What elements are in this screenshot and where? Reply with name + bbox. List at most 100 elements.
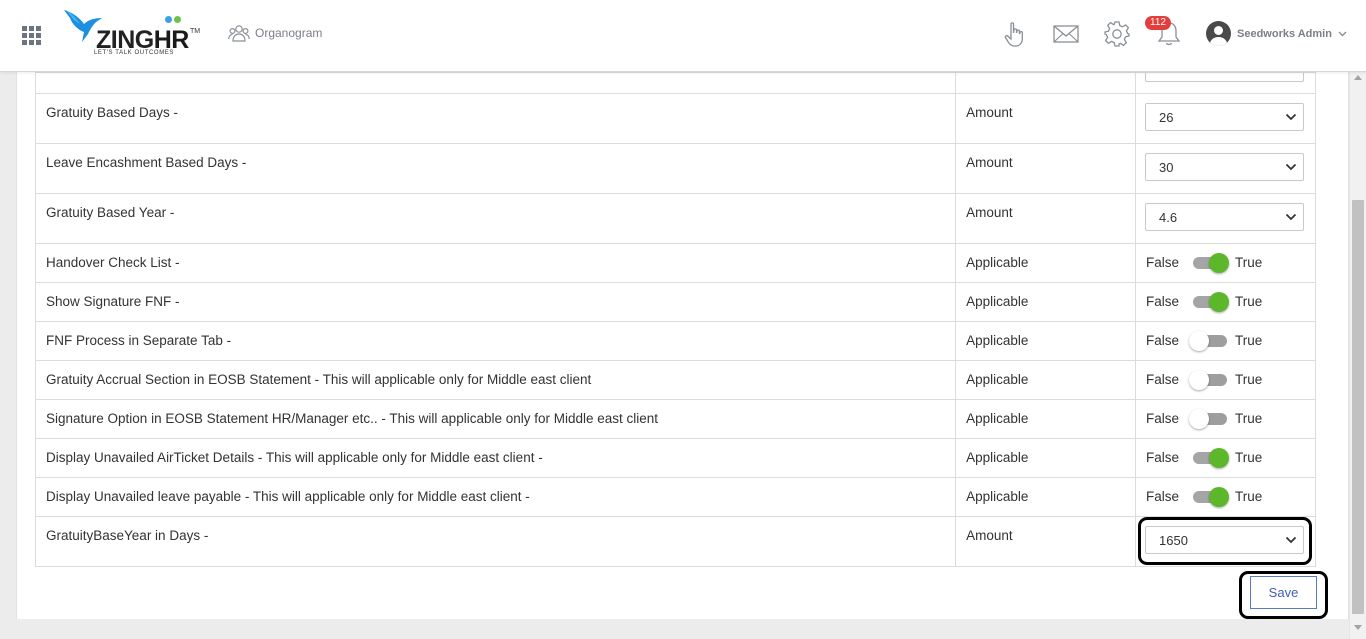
setting-type: Applicable — [955, 438, 1136, 478]
value-select[interactable]: 1650 — [1145, 526, 1304, 554]
mail-icon[interactable] — [1052, 20, 1080, 48]
toggle-switch[interactable] — [1193, 252, 1230, 273]
chevron-down-icon — [1285, 213, 1297, 221]
toggle-true-label: True — [1235, 489, 1263, 504]
toggle-knob — [1209, 252, 1230, 273]
setting-value-cell: False True — [1135, 399, 1316, 439]
toggle-switch[interactable] — [1193, 447, 1230, 468]
toggle-false-label: False — [1146, 255, 1180, 270]
gear-icon[interactable] — [1103, 20, 1131, 48]
vertical-scrollbar[interactable] — [1349, 72, 1366, 639]
chevron-down-icon — [1338, 31, 1347, 36]
toggle-false-label: False — [1146, 333, 1180, 348]
setting-label: Show Signature FNF - — [34, 282, 957, 322]
toggle-knob — [1209, 486, 1230, 507]
setting-value-cell: False True — [1135, 282, 1316, 322]
toggle-switch[interactable] — [1189, 330, 1228, 351]
setting-type: Applicable — [955, 477, 1136, 517]
toggle-false-label: False — [1146, 294, 1180, 309]
table-row: Gratuity Accrual Section in EOSB Stateme… — [34, 360, 1316, 400]
toggle-true-label: True — [1235, 333, 1263, 348]
setting-value-cell: 30 — [1135, 143, 1316, 194]
setting-value-cell: False True — [1135, 321, 1316, 361]
scroll-up-arrow-icon[interactable] — [1354, 75, 1362, 80]
setting-value-cell: 4.6 — [1135, 193, 1316, 244]
toggle-group: False True — [1146, 486, 1305, 507]
toggle-true-label: True — [1235, 411, 1263, 426]
setting-type: Applicable — [955, 282, 1136, 322]
save-button[interactable]: Save — [1250, 576, 1317, 609]
setting-value-cell: 1650 — [1135, 516, 1316, 567]
user-menu[interactable]: Seedworks Admin — [1206, 21, 1347, 46]
logo-tagline: LET'S TALK OUTCOMES — [94, 50, 175, 56]
top-header: ZINGHR TM LET'S TALK OUTCOMES Organogram… — [0, 0, 1366, 72]
select-value: 4.6 — [1159, 209, 1178, 225]
setting-value-cell: False True — [1135, 243, 1316, 283]
apps-grid-icon[interactable] — [22, 26, 41, 45]
table-row: Leave Encashment Based Days - Amount 30 — [34, 143, 1316, 194]
toggle-switch[interactable] — [1193, 486, 1230, 507]
setting-label: Leave Encashment Based Days - — [34, 143, 957, 194]
toggle-switch[interactable] — [1193, 291, 1230, 312]
setting-label: Display Unavailed leave payable - This w… — [34, 477, 957, 517]
setting-label: Gratuity Based Year - — [34, 193, 957, 244]
toggle-true-label: True — [1235, 372, 1263, 387]
avatar — [1206, 21, 1231, 46]
setting-label: Signature Option in EOSB Statement HR/Ma… — [34, 399, 957, 439]
table-row: Show Signature FNF - Applicable False Tr… — [34, 282, 1316, 322]
toggle-knob — [1189, 408, 1210, 429]
organogram-label: Organogram — [255, 26, 323, 40]
select-value: 1650 — [1159, 532, 1188, 548]
table-row: Handover Check List - Applicable False T… — [34, 243, 1316, 283]
setting-value-cell: False True — [1135, 438, 1316, 478]
zinghr-logo[interactable]: ZINGHR TM LET'S TALK OUTCOMES — [62, 8, 202, 60]
value-select[interactable]: 4.6 — [1145, 203, 1304, 231]
hand-pointer-icon[interactable] — [1000, 20, 1028, 48]
table-row: 30 — [34, 70, 1316, 94]
setting-value-cell: False True — [1135, 360, 1316, 400]
table-row: FNF Process in Separate Tab - Applicable… — [34, 321, 1316, 361]
settings-table: 30 Gratuity Based Days - Amount 26 Leave… — [34, 70, 1316, 567]
table-row: Gratuity Based Days - Amount 26 — [34, 93, 1316, 144]
table-row: GratuityBaseYear in Days - Amount 1650 — [34, 516, 1316, 567]
logo-dot-green — [174, 16, 181, 23]
chevron-down-icon — [1285, 536, 1297, 544]
toggle-true-label: True — [1235, 255, 1263, 270]
setting-label: FNF Process in Separate Tab - — [34, 321, 957, 361]
setting-type: Applicable — [955, 243, 1136, 283]
toggle-group: False True — [1146, 408, 1305, 429]
toggle-true-label: True — [1235, 294, 1263, 309]
setting-label: Handover Check List - — [34, 243, 957, 283]
setting-label: Gratuity Based Days - — [34, 93, 957, 144]
settings-card: 30 Gratuity Based Days - Amount 26 Leave… — [16, 70, 1349, 619]
toggle-group: False True — [1146, 291, 1305, 312]
toggle-false-label: False — [1146, 489, 1180, 504]
table-row: Gratuity Based Year - Amount 4.6 — [34, 193, 1316, 244]
toggle-knob — [1189, 330, 1210, 351]
setting-type: Amount — [955, 516, 1136, 567]
toggle-knob — [1209, 291, 1230, 312]
scrollbar-thumb[interactable] — [1352, 200, 1364, 614]
select-value: 30 — [1159, 159, 1174, 175]
toggle-knob — [1209, 447, 1230, 468]
chevron-down-icon — [1285, 163, 1297, 171]
setting-type: Amount — [955, 93, 1136, 144]
toggle-group: False True — [1146, 330, 1305, 351]
value-select[interactable]: 30 — [1145, 153, 1304, 181]
setting-type: Applicable — [955, 321, 1136, 361]
notification-badge: 112 — [1145, 16, 1171, 30]
setting-label: GratuityBaseYear in Days - — [34, 516, 957, 567]
table-row: Signature Option in EOSB Statement HR/Ma… — [34, 399, 1316, 439]
toggle-false-label: False — [1146, 372, 1180, 387]
chevron-down-icon — [1285, 113, 1297, 121]
value-select[interactable]: 26 — [1145, 103, 1304, 131]
toggle-switch[interactable] — [1189, 369, 1228, 390]
toggle-true-label: True — [1235, 450, 1263, 465]
toggle-false-label: False — [1146, 411, 1180, 426]
toggle-switch[interactable] — [1189, 408, 1228, 429]
organogram-link[interactable]: Organogram — [228, 24, 322, 42]
scroll-down-arrow-icon[interactable] — [1354, 625, 1362, 630]
setting-value-cell: False True — [1135, 477, 1316, 517]
logo-trademark: TM — [190, 28, 201, 35]
toggle-knob — [1189, 369, 1210, 390]
